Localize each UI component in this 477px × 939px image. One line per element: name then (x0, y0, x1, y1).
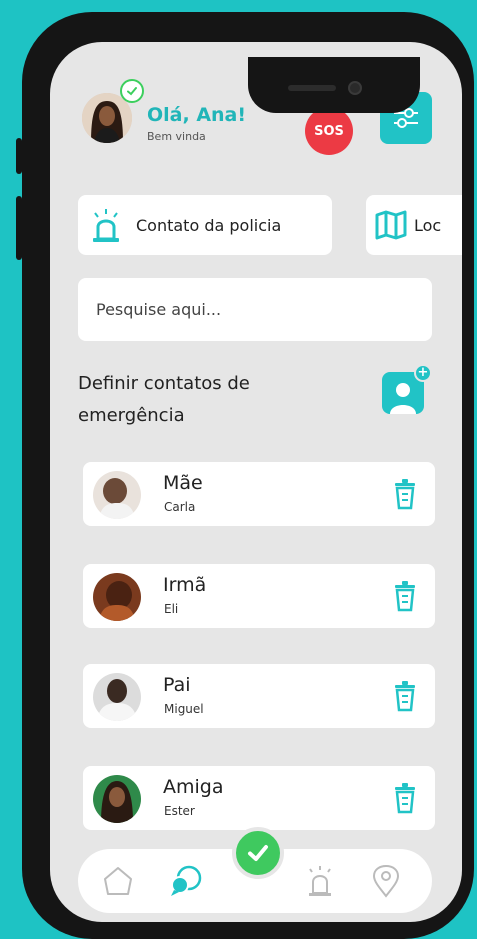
phone-side-button (16, 138, 22, 174)
contact-avatar (93, 775, 141, 823)
plus-icon: + (414, 364, 432, 382)
add-contact-button[interactable]: + (382, 364, 432, 414)
trash-icon[interactable] (393, 478, 417, 510)
speaker (288, 85, 336, 91)
sos-button[interactable]: SOS (305, 107, 353, 155)
contact-relation: Irmã (163, 574, 207, 596)
contact-name: Eli (164, 602, 179, 616)
contact-card[interactable]: Mãe Carla (83, 462, 435, 526)
confirm-button[interactable] (232, 827, 284, 879)
trash-icon[interactable] (393, 680, 417, 712)
siren-icon (309, 866, 331, 896)
greeting-title: Olá, Ana! (147, 104, 247, 126)
contact-relation: Pai (163, 674, 191, 696)
greeting-subtitle: Bem vinda (147, 130, 206, 143)
emergency-contacts-title: Definir contatos de emergência (78, 373, 250, 426)
trash-icon[interactable] (393, 580, 417, 612)
location-icon (372, 864, 400, 898)
trash-icon[interactable] (393, 782, 417, 814)
contact-card[interactable]: Amiga Ester (83, 766, 435, 830)
home-icon (104, 867, 132, 895)
contact-card[interactable]: Pai Miguel (83, 664, 435, 728)
tab-home[interactable] (100, 863, 136, 899)
location-button[interactable]: Loc (366, 195, 462, 255)
add-user-icon (390, 383, 416, 414)
phone-side-button (16, 196, 22, 260)
contact-name: Ester (164, 804, 195, 818)
location-label: Loc (414, 215, 442, 235)
contact-name: Carla (164, 500, 196, 514)
contact-name: Miguel (164, 702, 204, 716)
phone-notch (248, 57, 420, 113)
contact-relation: Mãe (163, 472, 203, 494)
camera (348, 81, 362, 95)
tab-chat[interactable] (168, 863, 204, 899)
contact-relation: Amiga (163, 776, 224, 798)
sos-label: SOS (314, 123, 344, 139)
police-contact-button[interactable]: Contato da policia (78, 195, 332, 255)
search-input[interactable] (78, 278, 432, 341)
police-contact-label: Contato da policia (136, 215, 282, 235)
verified-badge-icon (120, 79, 144, 103)
chat-icon (171, 865, 202, 896)
contact-avatar (93, 673, 141, 721)
tab-location[interactable] (368, 863, 404, 899)
tab-siren[interactable] (302, 863, 338, 899)
check-icon (248, 845, 268, 861)
contact-card[interactable]: Irmã Eli (83, 564, 435, 628)
police-siren-icon (93, 209, 119, 242)
contact-avatar (93, 471, 141, 519)
contact-avatar (93, 573, 141, 621)
map-icon (375, 210, 407, 240)
app-screen: Olá, Ana! Bem vinda SOS Contato da polic… (50, 42, 462, 922)
